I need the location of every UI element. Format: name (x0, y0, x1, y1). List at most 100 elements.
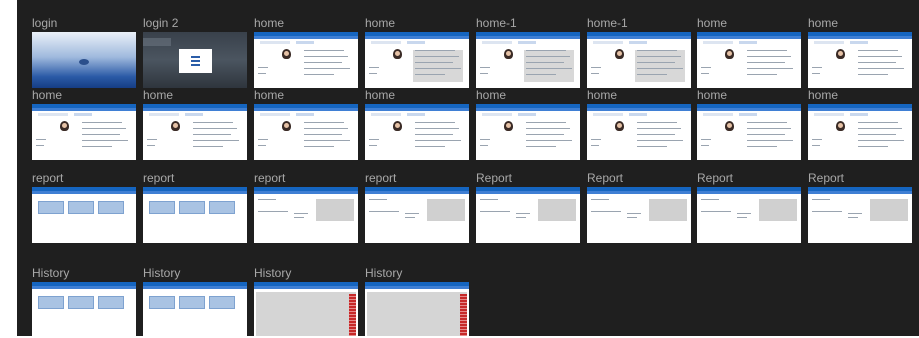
frame-thumbnail[interactable] (32, 187, 136, 243)
frame-name[interactable]: Report (476, 171, 512, 185)
frame-thumbnail[interactable] (587, 104, 691, 160)
frame-name[interactable]: home (808, 88, 838, 102)
text-line (858, 146, 888, 147)
frame[interactable]: home (254, 88, 358, 160)
frame-name[interactable]: home (32, 88, 62, 102)
frame-thumbnail[interactable] (254, 187, 358, 243)
frame-thumbnail[interactable] (476, 187, 580, 243)
frame-name[interactable]: History (143, 266, 180, 280)
frame[interactable]: report (143, 171, 247, 243)
frame-name[interactable]: History (32, 266, 69, 280)
frame[interactable]: home (32, 88, 136, 160)
frame-name[interactable]: home (587, 88, 617, 102)
frame-thumbnail[interactable] (254, 32, 358, 88)
frame-name[interactable]: report (143, 171, 174, 185)
frame-name[interactable]: Report (808, 171, 844, 185)
frame[interactable]: home-1 (587, 16, 691, 88)
frame[interactable]: Report (587, 171, 691, 243)
frame[interactable]: home (476, 88, 580, 160)
frame[interactable]: home (808, 16, 912, 88)
frame-thumbnail[interactable] (808, 104, 912, 160)
text-line (637, 128, 681, 129)
frame-thumbnail[interactable] (476, 104, 580, 160)
frame-thumbnail[interactable] (365, 104, 469, 160)
frame-thumbnail[interactable] (32, 282, 136, 338)
report-card (209, 201, 235, 214)
frame-name[interactable]: home (143, 88, 173, 102)
frame[interactable]: History (365, 266, 469, 338)
frame-name[interactable]: login 2 (143, 16, 178, 30)
frame[interactable]: Report (476, 171, 580, 243)
frame[interactable]: home-1 (476, 16, 580, 88)
frame-thumbnail[interactable] (32, 104, 136, 160)
frame-thumbnail[interactable] (697, 104, 801, 160)
frame-name[interactable]: History (365, 266, 402, 280)
frame-name[interactable]: Report (587, 171, 623, 185)
frame-name[interactable]: home (365, 16, 395, 30)
frame-name[interactable]: home-1 (587, 16, 628, 30)
frame-thumbnail[interactable] (254, 282, 358, 338)
frame[interactable]: home (254, 16, 358, 88)
frame[interactable]: History (32, 266, 136, 338)
frame-name[interactable]: Report (697, 171, 733, 185)
frame[interactable]: home (587, 88, 691, 160)
text-line (516, 213, 530, 214)
text-line (405, 217, 415, 218)
tab-strip (38, 113, 68, 116)
frame-name[interactable]: home (254, 16, 284, 30)
text-line (405, 213, 419, 214)
frame[interactable]: History (143, 266, 247, 338)
frame[interactable]: home (808, 88, 912, 160)
frame[interactable]: home (365, 88, 469, 160)
frame-thumbnail[interactable] (808, 187, 912, 243)
frame-name[interactable]: home (697, 88, 727, 102)
text-line (637, 122, 677, 123)
text-line (737, 217, 747, 218)
frame-name[interactable]: report (32, 171, 63, 185)
frame-thumbnail[interactable] (143, 104, 247, 160)
frame[interactable]: report (254, 171, 358, 243)
frame-name[interactable]: home (697, 16, 727, 30)
frame-thumbnail[interactable] (365, 32, 469, 88)
frame-thumbnail[interactable] (254, 104, 358, 160)
frame-thumbnail[interactable] (697, 32, 801, 88)
frame-thumbnail[interactable] (587, 32, 691, 88)
text-line (858, 62, 896, 63)
frame-thumbnail[interactable] (365, 282, 469, 338)
frame-name[interactable]: home-1 (476, 16, 517, 30)
frame-thumbnail[interactable] (32, 32, 136, 88)
frame-thumbnail[interactable] (808, 32, 912, 88)
frame-thumbnail[interactable] (476, 32, 580, 88)
frame-thumbnail[interactable] (587, 187, 691, 243)
frame-thumbnail[interactable] (143, 282, 247, 338)
text-line (591, 73, 599, 74)
frame[interactable]: report (365, 171, 469, 243)
frame-name[interactable]: home (476, 88, 506, 102)
text-line (294, 217, 304, 218)
frame[interactable]: login (32, 16, 136, 88)
avatar-face (395, 51, 400, 56)
frame-name[interactable]: home (365, 88, 395, 102)
frame-name[interactable]: home (808, 16, 838, 30)
text-line (526, 74, 556, 75)
frame[interactable]: History (254, 266, 358, 338)
frame-name[interactable]: History (254, 266, 291, 280)
frame[interactable]: Report (697, 171, 801, 243)
frame[interactable]: home (365, 16, 469, 88)
frame[interactable]: Report (808, 171, 912, 243)
frame-thumbnail[interactable] (697, 187, 801, 243)
frame-thumbnail[interactable] (143, 32, 247, 88)
frame-name[interactable]: home (254, 88, 284, 102)
frame-name[interactable]: login (32, 16, 57, 30)
frame[interactable]: home (697, 16, 801, 88)
frame[interactable]: home (143, 88, 247, 160)
text-line (747, 122, 787, 123)
frame-name[interactable]: report (254, 171, 285, 185)
frame-thumbnail[interactable] (143, 187, 247, 243)
frame[interactable]: login 2 (143, 16, 247, 88)
frame[interactable]: home (697, 88, 801, 160)
text-line (812, 211, 842, 212)
frame[interactable]: report (32, 171, 136, 243)
frame-thumbnail[interactable] (365, 187, 469, 243)
frame-name[interactable]: report (365, 171, 396, 185)
